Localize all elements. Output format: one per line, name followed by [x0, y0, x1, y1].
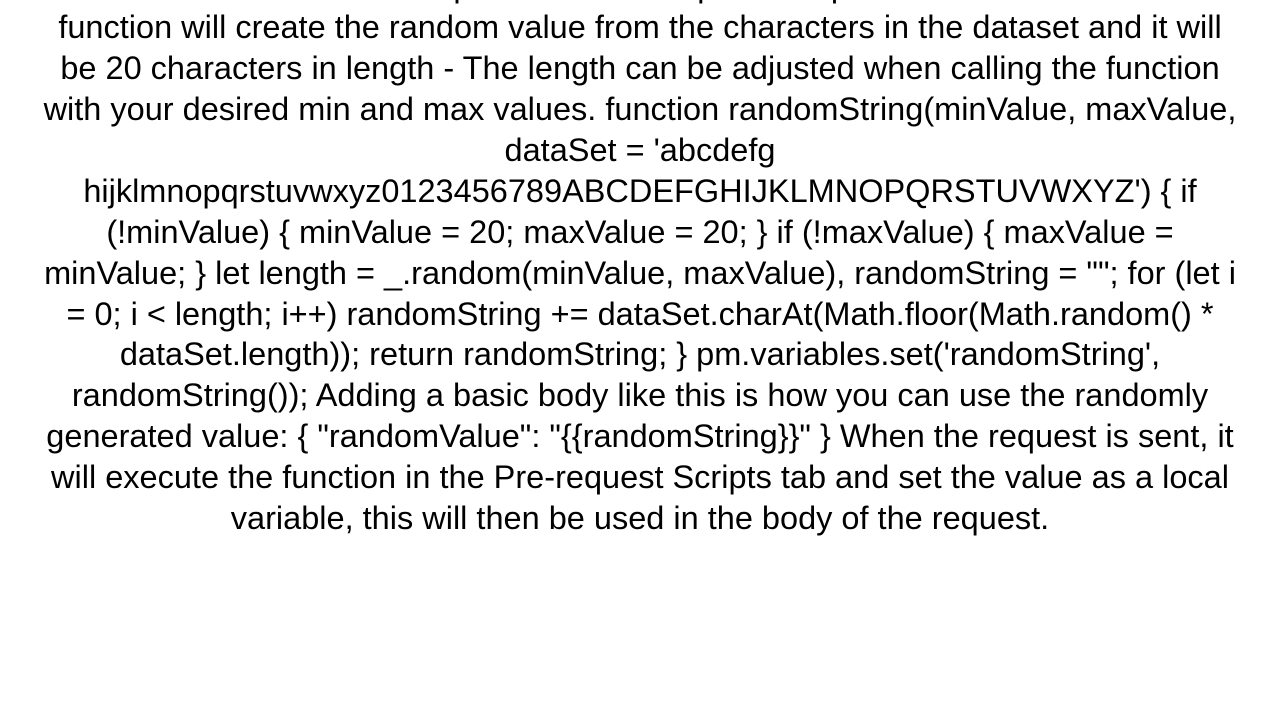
document-body: Answer 1: You can add scripts to the Pre… — [20, 0, 1260, 686]
